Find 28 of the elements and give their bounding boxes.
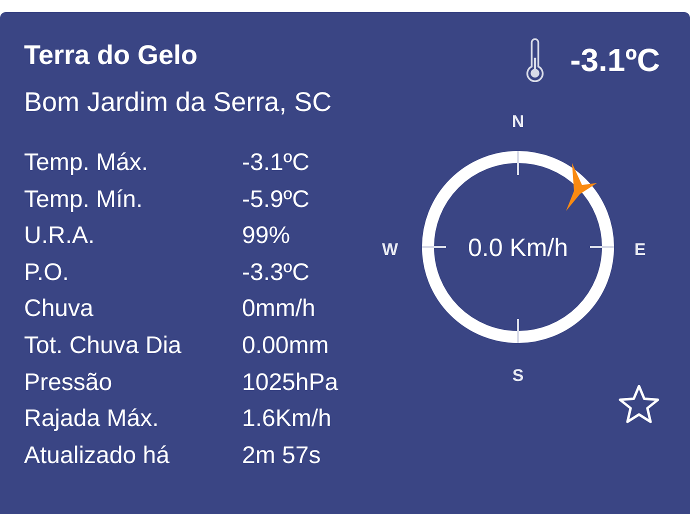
reading-label: Tot. Chuva Dia	[24, 330, 182, 361]
reading-label: U.R.A.	[24, 221, 96, 252]
reading-value: 0mm/h	[242, 294, 316, 324]
star-icon[interactable]	[618, 383, 660, 425]
reading-label: Temp. Mín.	[24, 184, 144, 215]
compass-north-label: N	[512, 112, 524, 131]
compass-south-label: S	[512, 366, 524, 385]
reading-label: Pressão	[24, 368, 114, 398]
reading-value: 1025hPa	[242, 368, 340, 398]
thermometer-icon	[524, 38, 546, 82]
station-name: Terra do Gelo	[24, 39, 199, 72]
compass-west-label: W	[382, 240, 398, 259]
station-location: Bom Jardim da Serra, SC	[24, 86, 333, 119]
reading-label: Atualizado há	[24, 440, 170, 471]
reading-label: Temp. Máx.	[24, 148, 150, 178]
reading-label: P.O.	[24, 258, 70, 288]
compass-east-label: E	[634, 240, 646, 259]
reading-label: Rajada Máx.	[24, 404, 160, 434]
reading-value: -3.3ºC	[242, 258, 310, 288]
wind-speed: 0.0 Km/h	[468, 234, 568, 262]
current-temperature: -3.1ºC	[570, 42, 660, 78]
reading-value: -3.1ºC	[242, 148, 310, 178]
reading-value: 2m 57s	[242, 440, 322, 471]
reading-value: 1.6Km/h	[242, 404, 332, 434]
reading-value: 0.00mm	[242, 330, 330, 361]
wind-arrow-icon	[566, 163, 597, 211]
reading-label: Chuva	[24, 294, 94, 324]
reading-value: -5.9ºC	[242, 184, 310, 215]
